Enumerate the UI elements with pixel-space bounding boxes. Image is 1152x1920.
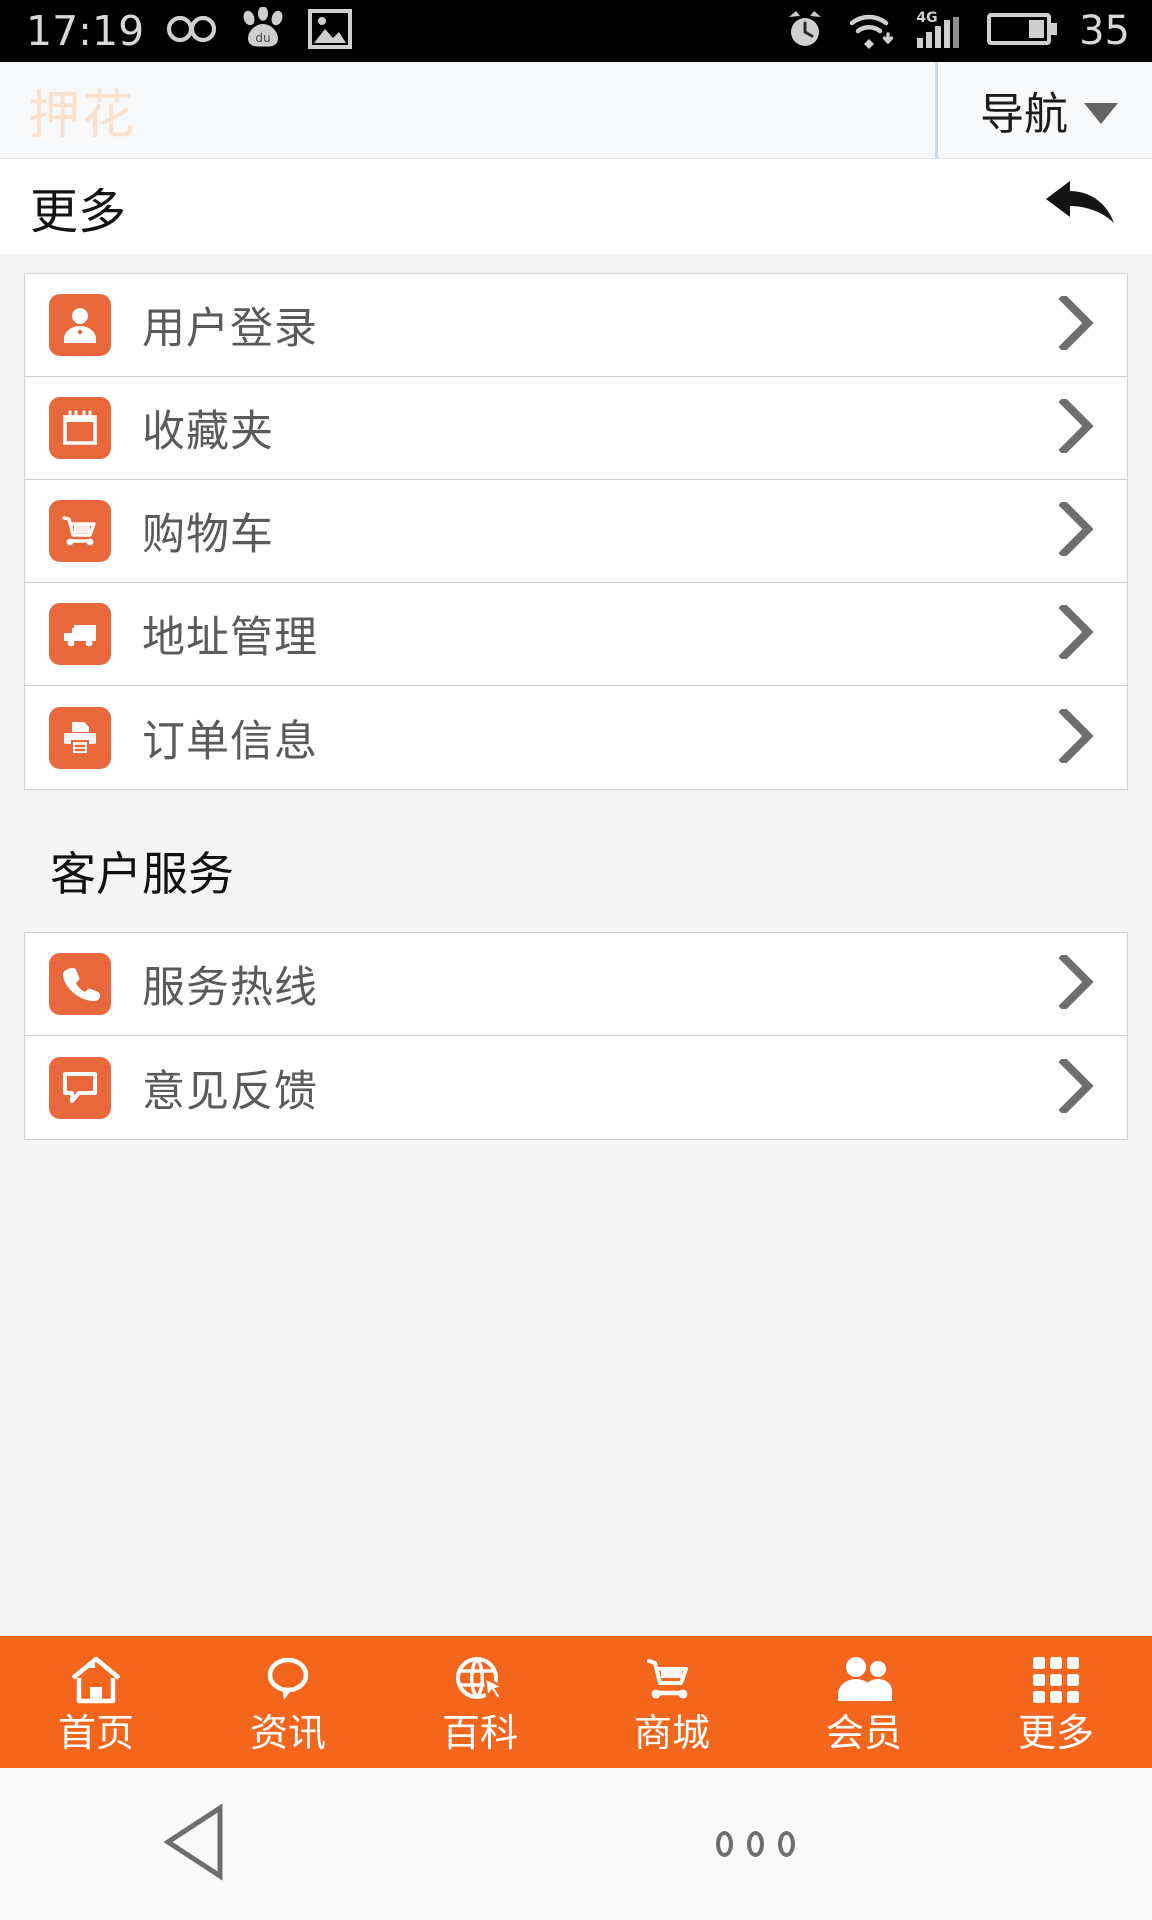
list-item[interactable]: 收藏夹 xyxy=(25,377,1127,480)
chevron-right-icon xyxy=(1058,396,1094,457)
nav-dropdown-button[interactable]: 导航 xyxy=(935,62,1152,158)
infinity-icon xyxy=(166,12,218,50)
tab-label: 会员 xyxy=(825,1711,902,1755)
battery-icon xyxy=(987,10,1059,52)
home-icon xyxy=(68,1652,124,1708)
phone-icon xyxy=(49,953,111,1015)
status-time: 17:19 xyxy=(26,6,145,55)
list-item-label: 订单信息 xyxy=(142,716,318,767)
speech-bubble-icon xyxy=(49,1056,111,1119)
service-section-heading: 客户服务 xyxy=(0,790,1152,932)
tab-label: 更多 xyxy=(1017,1711,1094,1755)
page-title-bar: 更多 xyxy=(0,159,1152,255)
phone-screen: 17:19 du 4G 35 押花 导航 更多 用户登录 收藏夹 购物车 地址管… xyxy=(0,0,1152,1920)
list-item[interactable]: 服务热线 xyxy=(25,933,1127,1036)
app-header: 押花 导航 xyxy=(0,62,1152,159)
wifi-icon xyxy=(847,8,895,54)
list-item-label: 服务热线 xyxy=(142,963,318,1013)
back-arrow-icon[interactable] xyxy=(1044,179,1116,235)
user-icon xyxy=(49,294,111,356)
chevron-right-icon xyxy=(1058,499,1094,560)
chevron-right-icon xyxy=(1058,602,1094,663)
app-brand: 押花 xyxy=(28,85,137,146)
chat-icon xyxy=(262,1652,314,1708)
page-content: 用户登录 收藏夹 购物车 地址管理 订单信息 客户服务 服务热线 意见反馈 xyxy=(0,255,1152,1636)
bottom-tab-bar: 首页 资讯 百科 商城 会员 更多 xyxy=(0,1636,1152,1768)
tab-label: 商城 xyxy=(633,1711,710,1755)
signal-4g-icon: 4G xyxy=(915,7,967,55)
shopping-cart-icon xyxy=(49,500,111,562)
list-item-label: 用户登录 xyxy=(142,304,318,354)
chevron-right-icon xyxy=(1058,952,1094,1013)
tab-more[interactable]: 更多 xyxy=(960,1636,1152,1768)
tab-home[interactable]: 首页 xyxy=(0,1636,192,1768)
tab-encyclopedia[interactable]: 百科 xyxy=(384,1636,576,1768)
chevron-right-icon xyxy=(1058,705,1094,767)
alarm-clock-icon xyxy=(783,7,827,55)
list-item-label: 地址管理 xyxy=(142,613,318,663)
list-item-label: 收藏夹 xyxy=(142,407,274,457)
printer-icon xyxy=(49,706,111,769)
list-item[interactable]: 用户登录 xyxy=(25,274,1127,377)
svg-text:du: du xyxy=(256,31,271,45)
status-bar-right: 4G 35 xyxy=(783,7,1130,55)
page-title: 更多 xyxy=(30,183,127,240)
tab-label: 资讯 xyxy=(249,1711,326,1755)
calendar-icon xyxy=(49,397,111,459)
service-menu-card: 服务热线 意见反馈 xyxy=(24,932,1128,1140)
menu-dot xyxy=(747,1831,764,1857)
status-bar: 17:19 du 4G 35 xyxy=(0,0,1152,62)
menu-dot xyxy=(716,1831,733,1857)
baidu-paw-icon: du xyxy=(240,6,286,55)
tab-label: 首页 xyxy=(57,1711,134,1755)
svg-text:4G: 4G xyxy=(916,10,937,26)
list-item[interactable]: 订单信息 xyxy=(25,686,1127,789)
tab-label: 百科 xyxy=(441,1711,518,1755)
people-icon xyxy=(835,1652,893,1708)
android-nav-bar xyxy=(0,1768,1152,1920)
list-item-label: 购物车 xyxy=(142,510,274,560)
image-icon xyxy=(308,8,353,54)
chevron-right-icon xyxy=(1058,293,1094,354)
battery-percent: 35 xyxy=(1079,8,1130,54)
menu-dot xyxy=(778,1831,795,1857)
account-menu-card: 用户登录 收藏夹 购物车 地址管理 订单信息 xyxy=(24,273,1128,790)
chevron-down-icon xyxy=(1084,102,1118,124)
chevron-right-icon xyxy=(1058,1055,1094,1117)
tab-news[interactable]: 资讯 xyxy=(192,1636,384,1768)
list-item[interactable]: 意见反馈 xyxy=(25,1036,1127,1139)
list-item[interactable]: 购物车 xyxy=(25,480,1127,583)
tab-mall[interactable]: 商城 xyxy=(576,1636,768,1768)
list-item-label: 意见反馈 xyxy=(142,1066,318,1117)
triangle-back-icon[interactable] xyxy=(162,1802,230,1886)
nav-dropdown-label: 导航 xyxy=(980,89,1068,140)
grid-icon xyxy=(1030,1652,1082,1708)
three-dots-icon[interactable] xyxy=(716,1831,795,1857)
list-item[interactable]: 地址管理 xyxy=(25,583,1127,686)
cart-icon xyxy=(644,1652,700,1708)
status-bar-left: 17:19 du xyxy=(26,6,353,55)
truck-icon xyxy=(49,603,111,665)
globe-cursor-icon xyxy=(453,1652,507,1708)
tab-member[interactable]: 会员 xyxy=(768,1636,960,1768)
